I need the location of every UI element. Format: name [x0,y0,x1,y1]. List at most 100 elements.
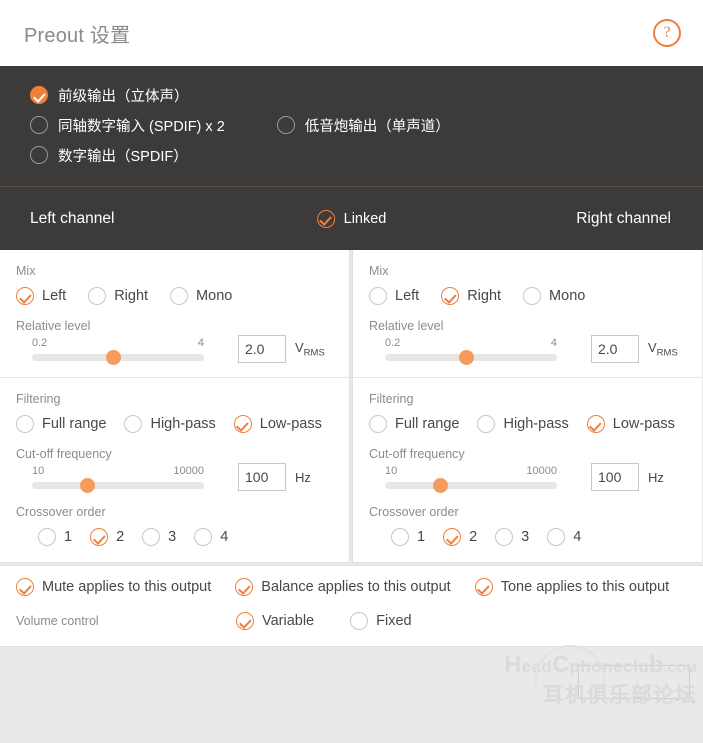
left-crossover-3[interactable]: 3 [142,528,176,546]
footer-button[interactable] [578,665,690,699]
output-option-label: 数字输出（SPDIF） [58,148,188,165]
radio-checked-icon[interactable] [16,578,34,596]
right-mix-right[interactable]: Right [441,287,501,305]
radio-unchecked-icon[interactable] [350,612,369,630]
radio-unchecked-icon[interactable] [369,287,387,305]
right-cutoff-slider-track[interactable] [385,478,557,493]
filtering-label: Filtering [369,392,414,406]
left-mix-mono[interactable]: Mono [170,287,232,305]
right-filter-low-pass[interactable]: Low-pass [586,415,675,433]
left-cutoff-input[interactable] [238,463,286,491]
output-option-digital-out-spdif[interactable]: 数字输出（SPDIF） [30,145,188,166]
radio-unchecked-icon[interactable] [170,287,189,305]
output-option-label: 前级输出（立体声） [58,88,189,105]
right-crossover-4-label: 4 [573,529,582,545]
left-relative-level-ticks: 0.2 4 [32,337,204,349]
right-cutoff-slider-thumb[interactable] [433,478,449,493]
radio-checked-icon[interactable] [586,415,605,433]
left-cutoff-slider-column: Cut-off frequency 10 10000 [16,447,216,493]
right-relative-level-slider-track[interactable] [385,350,557,365]
left-relative-level-input[interactable] [238,335,286,363]
radio-unchecked-icon[interactable] [495,528,514,546]
left-crossover-1[interactable]: 1 [38,528,72,546]
output-options-panel: Mute applies to this output Balance appli… [0,565,703,647]
radio-unchecked-icon[interactable] [523,287,542,305]
radio-unchecked-icon[interactable] [38,528,56,546]
linked-toggle[interactable]: Linked [316,209,386,228]
left-filter-full-range[interactable]: Full range [16,415,106,433]
radio-checked-icon[interactable] [441,287,460,305]
radio-unchecked-icon[interactable] [276,116,295,134]
radio-unchecked-icon[interactable] [547,528,566,546]
left-cutoff-slider-thumb[interactable] [80,478,96,493]
radio-checked-icon[interactable] [235,578,254,596]
right-crossover-4[interactable]: 4 [547,528,581,546]
radio-checked-icon[interactable] [236,612,254,630]
right-crossover-3-label: 3 [521,529,530,545]
output-option-coax-spdif-x2[interactable]: 同轴数字输入 (SPDIF) x 2 [30,115,225,136]
right-relative-level-block: Relative level0.24VRMS [369,319,686,365]
right-crossover-3[interactable]: 3 [495,528,529,546]
volume-variable[interactable]: Variable [236,612,314,630]
right-filter-high-pass-label: High-pass [503,416,569,432]
volume-control-row: Volume control Variable Fixed [0,612,703,630]
radio-checked-icon[interactable] [474,578,493,596]
right-filter-low-pass-label: Low-pass [612,416,675,432]
volume-fixed[interactable]: Fixed [350,612,412,630]
left-cutoff-slider-track[interactable] [32,478,204,493]
volume-control-label: Volume control [16,614,99,628]
left-mix-right[interactable]: Right [88,287,148,305]
radio-checked-icon[interactable] [90,528,109,546]
right-crossover-2[interactable]: 2 [443,528,477,546]
radio-unchecked-icon[interactable] [194,528,213,546]
output-option-preamp-stereo[interactable]: 前级输出（立体声） [30,85,189,106]
output-option-label: 低音炮输出（单声道） [304,118,450,135]
right-crossover-1[interactable]: 1 [391,528,425,546]
footer: HeadCphoneclub.COM 耳机俱乐部论坛 [0,645,703,732]
right-filter-high-pass[interactable]: High-pass [477,415,569,433]
radio-unchecked-icon[interactable] [369,415,387,433]
right-cutoff-label: Cut-off frequency [369,447,465,461]
radio-unchecked-icon[interactable] [30,116,48,134]
tone-applies[interactable]: Tone applies to this output [474,578,669,596]
balance-applies[interactable]: Balance applies to this output [235,578,451,596]
right-mix-left[interactable]: Left [369,287,419,305]
help-icon[interactable]: ? [653,19,681,47]
right-relative-level-input[interactable] [591,335,639,363]
right-filter-full-range[interactable]: Full range [369,415,459,433]
radio-unchecked-icon[interactable] [124,415,143,433]
left-filter-low-pass[interactable]: Low-pass [233,415,322,433]
linked-check-icon[interactable] [316,209,335,228]
volume-control-options: Variable Fixed [236,612,448,630]
radio-checked-icon[interactable] [30,86,48,104]
radio-unchecked-icon[interactable] [477,415,496,433]
radio-checked-icon[interactable] [233,415,252,433]
output-type-row: 数字输出（SPDIF） [30,140,703,170]
right-cutoff-input[interactable] [591,463,639,491]
page-title: Preout 设置 [24,24,131,47]
radio-unchecked-icon[interactable] [30,146,48,164]
radio-unchecked-icon[interactable] [16,415,34,433]
left-channel-panel: MixLeftRightMonoRelative level0.24VRMSFi… [0,250,350,563]
left-crossover-2[interactable]: 2 [90,528,124,546]
left-relative-level-slider-column: Relative level 0.2 4 [16,319,216,365]
left-crossover-4[interactable]: 4 [194,528,228,546]
output-type-row: 前级输出（立体声） [30,80,703,110]
right-relative-level-slider-column: Relative level 0.2 4 [369,319,569,365]
left-filter-low-pass-label: Low-pass [259,416,322,432]
left-mix-left[interactable]: Left [16,287,66,305]
radio-checked-icon[interactable] [16,287,34,305]
left-mix-left-label: Left [42,288,67,304]
mute-applies[interactable]: Mute applies to this output [16,578,211,596]
radio-checked-icon[interactable] [443,528,462,546]
left-relative-level-slider-track[interactable] [32,350,204,365]
left-relative-level-slider-thumb[interactable] [105,350,121,365]
output-option-subwoofer-mono[interactable]: 低音炮输出（单声道） [276,115,450,136]
right-relative-level-slider-thumb[interactable] [458,350,474,365]
radio-unchecked-icon[interactable] [88,287,107,305]
radio-unchecked-icon[interactable] [142,528,161,546]
left-filter-high-pass[interactable]: High-pass [124,415,216,433]
left-filtering-section: Filtering Full range High-pass Low-pass Cut-… [0,377,349,562]
right-mix-mono[interactable]: Mono [523,287,585,305]
radio-unchecked-icon[interactable] [391,528,409,546]
